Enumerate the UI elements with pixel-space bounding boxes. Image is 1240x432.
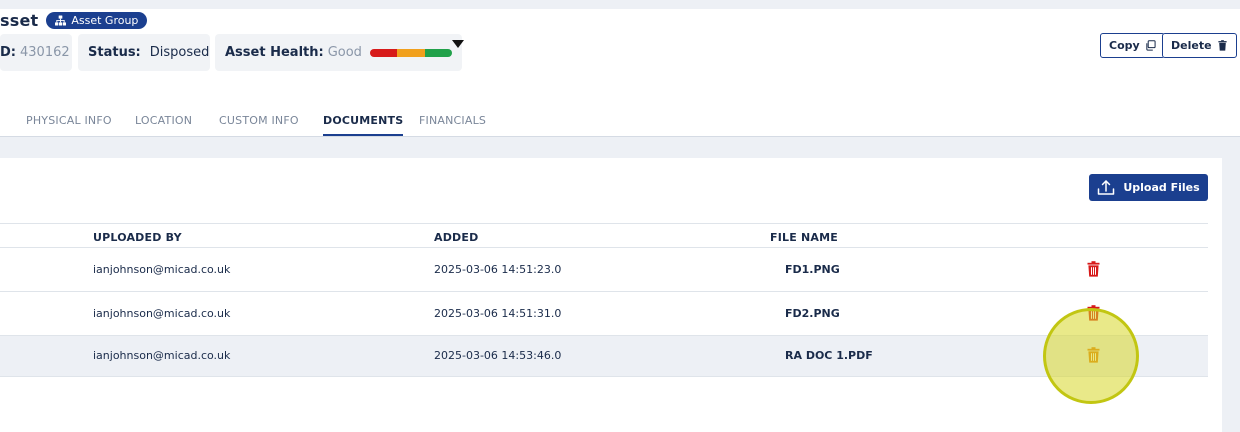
asset-group-badge[interactable]: Asset Group <box>46 11 148 29</box>
asset-id-label: D: <box>0 45 16 60</box>
status-label: Status: <box>88 45 141 60</box>
health-pointer <box>451 39 464 48</box>
tab-custom-info[interactable]: CUSTOM INFO <box>219 114 299 136</box>
upload-icon <box>1098 180 1115 195</box>
health-segment-fair <box>397 48 425 57</box>
added-cell: 2025-03-06 14:53:46.0 <box>434 349 562 362</box>
copy-button[interactable]: Copy <box>1100 33 1165 58</box>
copy-button-label: Copy <box>1109 39 1140 52</box>
uploaded-by-cell: ianjohnson@micad.co.uk <box>93 263 231 276</box>
delete-document-trash-icon[interactable] <box>1087 347 1100 363</box>
file-name-cell[interactable]: FD2.PNG <box>785 307 840 320</box>
table-header: UPLOADED BY ADDED FILE NAME <box>0 223 1208 248</box>
hierarchy-icon <box>55 14 67 26</box>
top-strip <box>0 0 1240 9</box>
table-row[interactable]: ianjohnson@micad.co.uk 2025-03-06 14:51:… <box>0 248 1208 292</box>
trash-icon <box>1217 40 1227 51</box>
title-row: sset Asset Group <box>0 10 148 30</box>
tab-bar: PHYSICAL INFO LOCATION CUSTOM INFO DOCUM… <box>0 108 1240 137</box>
delete-button[interactable]: Delete <box>1162 33 1237 58</box>
asset-id-value: 430162 <box>20 45 70 60</box>
documents-panel: Upload Files UPLOADED BY ADDED FILE NAME… <box>0 158 1222 432</box>
status-box: Status: Disposed <box>78 34 210 71</box>
file-name-cell[interactable]: FD1.PNG <box>785 263 840 276</box>
health-value: Good <box>327 45 362 60</box>
upload-files-button[interactable]: Upload Files <box>1089 174 1208 201</box>
health-segment-poor <box>369 48 398 57</box>
added-cell: 2025-03-06 14:51:23.0 <box>434 263 562 276</box>
tab-physical-info[interactable]: PHYSICAL INFO <box>26 114 112 136</box>
asset-health-box: Asset Health: Good <box>215 34 464 71</box>
column-added[interactable]: ADDED <box>434 231 478 244</box>
asset-id-box: D: 430162 <box>0 34 72 71</box>
status-value: Disposed <box>149 45 210 60</box>
tab-documents[interactable]: DOCUMENTS <box>323 114 404 136</box>
health-label: Asset Health: <box>225 45 324 60</box>
tab-financials[interactable]: FINANCIALS <box>419 114 486 136</box>
upload-files-label: Upload Files <box>1123 181 1200 194</box>
health-meter <box>369 39 464 57</box>
column-uploaded-by[interactable]: UPLOADED BY <box>93 231 182 244</box>
delete-document-trash-icon[interactable] <box>1087 261 1100 277</box>
uploaded-by-cell: ianjohnson@micad.co.uk <box>93 349 231 362</box>
documents-table: UPLOADED BY ADDED FILE NAME ianjohnson@m… <box>0 223 1208 377</box>
delete-document-trash-icon[interactable] <box>1087 305 1100 321</box>
uploaded-by-cell: ianjohnson@micad.co.uk <box>93 307 231 320</box>
asset-group-badge-label: Asset Group <box>71 13 139 27</box>
tab-location[interactable]: LOCATION <box>135 114 192 136</box>
table-row[interactable]: ianjohnson@micad.co.uk 2025-03-06 14:53:… <box>0 336 1208 377</box>
health-segment-good <box>424 48 452 57</box>
added-cell: 2025-03-06 14:51:31.0 <box>434 307 562 320</box>
copy-icon <box>1146 40 1156 51</box>
column-file-name[interactable]: FILE NAME <box>770 231 838 244</box>
page-title: sset <box>0 10 39 30</box>
file-name-cell[interactable]: RA DOC 1.PDF <box>785 349 873 362</box>
table-row[interactable]: ianjohnson@micad.co.uk 2025-03-06 14:51:… <box>0 292 1208 336</box>
delete-button-label: Delete <box>1171 39 1212 52</box>
